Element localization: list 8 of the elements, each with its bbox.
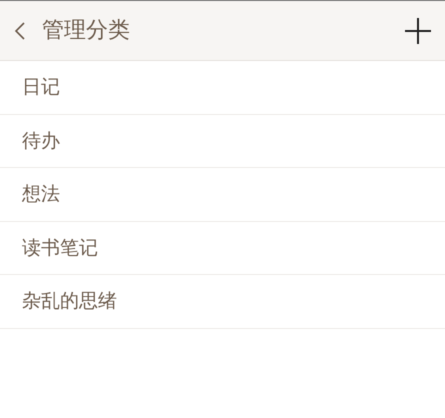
category-item[interactable]: 读书笔记 [0,222,445,275]
back-icon[interactable] [14,20,26,40]
category-item[interactable]: 日记 [0,61,445,114]
category-item[interactable]: 杂乱的思绪 [0,275,445,328]
category-item[interactable]: 想法 [0,168,445,222]
category-item[interactable]: 待办 [0,114,445,168]
page-title: 管理分类 [42,17,130,45]
add-icon[interactable] [405,18,431,44]
